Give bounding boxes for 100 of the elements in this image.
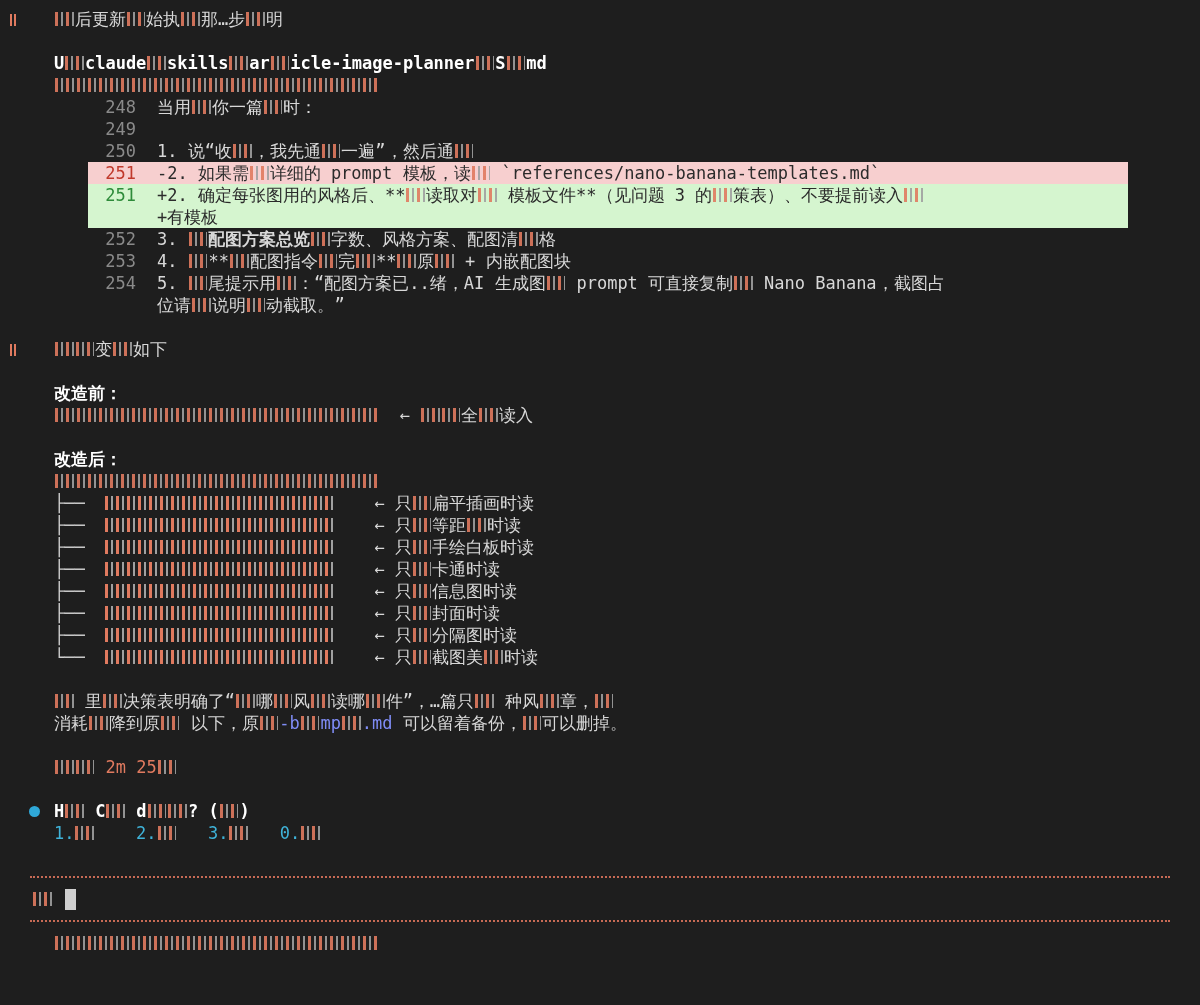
terminal-text: icle-image-planner [290,52,475,74]
terminal-text: 读取对 [426,184,478,206]
garbled-bullet-icon [10,14,16,26]
garbled-glyph [397,253,417,269]
terminal-text: -b [279,712,300,734]
terminal-text: 那…步 [201,8,246,30]
terminal-text: 你一篇 [211,96,263,118]
terminal-text: 字数、风格方案、配图清 [331,228,519,250]
terminal-text: 以下，原 [189,712,259,734]
garbled-glyph [65,803,84,819]
garbled-glyph [106,803,126,819]
garbled-glyph [55,341,74,357]
terminal-text: ← 只 [374,624,412,646]
line-number: 251 [104,162,137,184]
garbled-glyph [406,187,426,203]
terminal-text: 时读 [487,514,522,536]
garbled-glyph [65,55,84,71]
terminal-text: 里 [83,690,102,712]
terminal-text: md [526,52,547,74]
terminal-text: -2. 如果需 [157,162,249,184]
terminal-text: 一遍”，然后通 [341,140,454,162]
garbled-glyph [33,891,52,907]
garbled-glyph [467,517,487,533]
garbled-glyph [713,187,732,203]
garbled-glyph [277,275,297,291]
terminal-text: 始执 [146,8,181,30]
garbled-glyph [75,825,95,841]
terminal-text: ：“配图方案已..绪，AI 生成图 [297,272,546,294]
terminal-text: 说明 [211,294,246,316]
terminal-text: 全 [461,404,479,426]
terminal-text: 降到原 [108,712,160,734]
garbled-glyph [147,55,167,71]
garbled-glyph [484,649,504,665]
garbled-glyph [341,715,361,731]
terminal-text: 后更新 [74,8,126,30]
terminal-text: ** [208,250,229,272]
terminal-text: 策表）、不要提前读入 [732,184,903,206]
terminal-text: skills [167,52,229,74]
terminal-text: d [135,800,147,822]
garbled-glyph [321,143,341,159]
garbled-glyph [55,11,74,27]
tree-branch: └── [54,646,85,668]
garbled-glyph [249,165,269,181]
option-number[interactable]: 0. [249,822,301,844]
tree-branch: ├── [54,624,85,646]
terminal-text: Nano Banana，截图占 [763,272,945,294]
terminal-text: 风 [293,690,311,712]
terminal-text: ← 只 [374,646,412,668]
terminal-text: 5. [157,272,179,294]
terminal-text: 信息图时读 [432,580,518,602]
terminal-text: 位请 [157,294,191,316]
option-number[interactable]: 3. [177,822,229,844]
line-number: 254 [104,272,137,294]
garbled-glyph [188,231,208,247]
terminal-text: `references/nano-banana-templates.md` [500,162,881,184]
terminal-text: 卡通时读 [432,558,501,580]
text-cursor [64,888,76,910]
terminal-text: 模板文件**（见问题 3 的 [507,184,713,206]
garbled-glyph [454,143,474,159]
terminal-text: 尾提示用 [208,272,277,294]
option-number[interactable]: 2. [95,822,157,844]
terminal-text: ← 只 [374,536,412,558]
terminal-text: 变 [95,338,113,360]
terminal-text: 动截取。” [266,294,345,316]
line-number: 251 [104,184,137,206]
terminal-text: +有模板 [157,206,219,228]
line-number: 253 [104,250,137,272]
terminal-text: ，我先通 [252,140,321,162]
garbled-glyph [102,693,122,709]
garbled-glyph [301,825,321,841]
terminal-text: ← 只 [374,514,412,536]
garbled-glyph [478,187,497,203]
line-number: 252 [104,228,137,250]
terminal-text: 2m 25 [104,756,157,778]
terminal-text: H [54,800,65,822]
terminal-text: 可以删掉。 [542,712,628,734]
terminal-text: + 内嵌配图块 [464,250,571,272]
terminal-text: 截图美 [432,646,484,668]
garbled-glyph [235,693,255,709]
terminal-text: 4. [157,250,179,272]
terminal-text: S [495,52,506,74]
terminal-text: 扁平插画时读 [432,492,535,514]
terminal-text: 读哪 [330,690,365,712]
garbled-glyph [55,759,74,775]
tree-branch: ├── [54,514,85,536]
garbled-glyph [519,231,538,247]
terminal-text: 当用 [157,96,191,118]
terminal-text: 消耗 [54,712,88,734]
terminal-text: 手绘白板时读 [432,536,535,558]
terminal-text: 格 [538,228,556,250]
garbled-glyph [734,275,753,291]
terminal-text: 详细的 prompt 模板，读 [269,162,471,184]
option-number[interactable]: 1. [54,822,75,844]
terminal-text: 决策表明确了“ [122,690,235,712]
garbled-glyph [246,11,265,27]
terminal-text: 种风 [504,690,540,712]
terminal-text: ** [375,250,397,272]
garbled-glyph [55,693,74,709]
terminal-text: 读入 [499,404,533,426]
terminal-text: 时读 [504,646,539,668]
